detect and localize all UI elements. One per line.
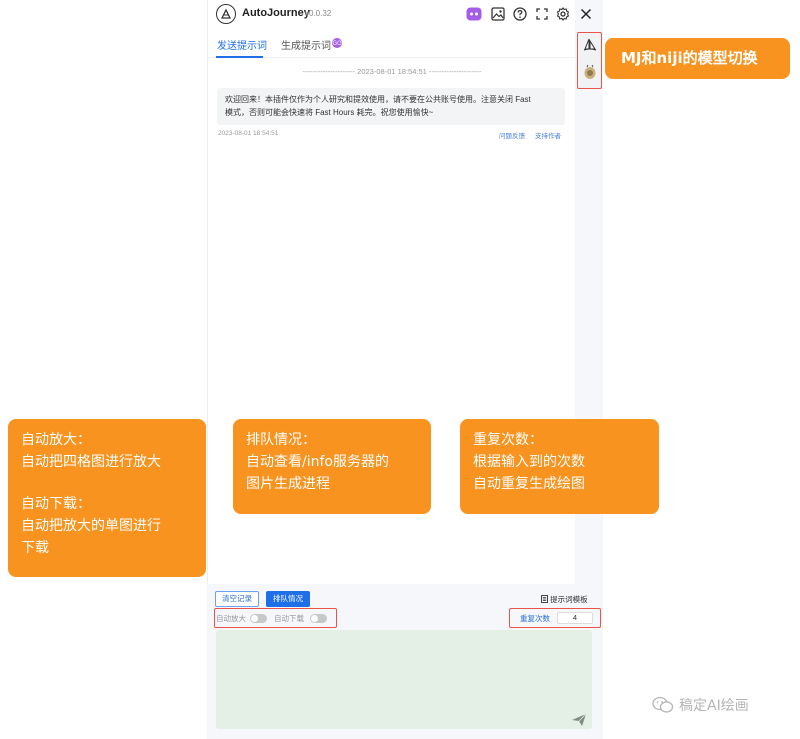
callout-repeat-line-2: 根据输入到的次数 bbox=[473, 454, 585, 470]
tab-badge: GO bbox=[332, 38, 342, 48]
discord-icon[interactable] bbox=[466, 6, 482, 22]
repeat-count-control: 重复次数 4 bbox=[509, 608, 601, 628]
auto-download-label: 自动下载 bbox=[274, 614, 304, 623]
callout-auto-line-4: 自动把放大的单图进行 bbox=[21, 518, 161, 534]
auto-upscale-label: 自动放大 bbox=[216, 614, 246, 623]
callout-queue-line-2: 自动查看/info服务器的 bbox=[246, 454, 389, 470]
prompt-input[interactable] bbox=[216, 630, 592, 729]
prompt-template-button[interactable]: 提示词模板 bbox=[541, 594, 588, 605]
app-name: AutoJourney bbox=[242, 7, 310, 19]
welcome-line-1: 欢迎回来！本插件仅作为个人研究和提效使用，请不要在公共账号使用。注意关闭 Fas… bbox=[225, 95, 531, 104]
callout-queue-status: 排队情况： 自动查看/info服务器的 图片生成进程 bbox=[233, 419, 431, 514]
tab-generate-prompt[interactable]: 生成提示词 bbox=[281, 37, 331, 52]
queue-status-button[interactable]: 排队情况 bbox=[266, 591, 310, 607]
model-switcher bbox=[577, 32, 602, 89]
page: AutoJourney v0.0.32 发送提示词 生成提示词 GO -----… bbox=[0, 0, 800, 739]
callout-auto-line-5: 下载 bbox=[21, 540, 49, 556]
time-separator: --------------------- 2023-08-01 18:54:5… bbox=[302, 67, 482, 76]
repeat-count-label: 重复次数 bbox=[520, 614, 550, 623]
callout-model-switch: MJ和niji的模型切换 bbox=[605, 38, 790, 79]
callout-queue-line-3: 图片生成进程 bbox=[246, 476, 330, 492]
header: AutoJourney v0.0.32 bbox=[208, 0, 603, 30]
input-area: 清空记录 排队情况 提示词模板 自动放大 自动下载 重复次数 4 bbox=[207, 584, 603, 739]
auto-toggles: 自动放大 自动下载 bbox=[214, 608, 337, 628]
app-version: v0.0.32 bbox=[305, 9, 332, 18]
niji-icon[interactable] bbox=[581, 63, 598, 80]
feedback-link[interactable]: 问题反馈 bbox=[499, 130, 525, 140]
tab-bar: 发送提示词 生成提示词 GO bbox=[208, 32, 576, 58]
app-logo-icon bbox=[216, 4, 236, 24]
repeat-count-input[interactable]: 4 bbox=[557, 612, 593, 624]
welcome-line-2: 模式，否则可能会快速将 Fast Hours 耗完。祝您使用愉快~ bbox=[225, 108, 434, 117]
callout-auto-features: 自动放大： 自动把四格图进行放大 自动下载： 自动把放大的单图进行 下载 bbox=[8, 419, 206, 577]
message-timestamp: 2023-08-01 18:54:51 bbox=[218, 130, 279, 137]
auto-upscale-switch[interactable] bbox=[250, 614, 267, 623]
watermark: 稿定AI绘画 bbox=[652, 693, 749, 717]
wechat-icon bbox=[652, 696, 674, 713]
callout-auto-line-1: 自动放大： bbox=[21, 432, 91, 448]
help-icon[interactable] bbox=[512, 6, 528, 22]
send-icon[interactable] bbox=[571, 713, 587, 727]
callout-repeat-count: 重复次数： 根据输入到的次数 自动重复生成绘图 bbox=[460, 419, 659, 514]
callout-repeat-line-1: 重复次数： bbox=[473, 432, 543, 448]
clear-history-button[interactable]: 清空记录 bbox=[215, 591, 259, 607]
prompt-template-label: 提示词模板 bbox=[550, 595, 588, 604]
callout-auto-line-3: 自动下载： bbox=[21, 496, 91, 512]
callout-repeat-line-3: 自动重复生成绘图 bbox=[473, 476, 585, 492]
midjourney-icon[interactable] bbox=[581, 36, 598, 53]
tab-active-indicator bbox=[216, 56, 263, 58]
support-link[interactable]: 支持作者 bbox=[535, 130, 561, 140]
tab-send-prompt[interactable]: 发送提示词 bbox=[217, 37, 267, 52]
fullscreen-icon[interactable] bbox=[534, 6, 550, 22]
close-icon[interactable] bbox=[578, 6, 594, 22]
image-icon[interactable] bbox=[490, 6, 506, 22]
welcome-message: 欢迎回来！本插件仅作为个人研究和提效使用，请不要在公共账号使用。注意关闭 Fas… bbox=[217, 88, 565, 125]
callout-auto-line-2: 自动把四格图进行放大 bbox=[21, 454, 161, 470]
settings-icon[interactable] bbox=[555, 6, 571, 22]
template-icon bbox=[541, 595, 548, 603]
auto-download-switch[interactable] bbox=[310, 614, 327, 623]
watermark-text: 稿定AI绘画 bbox=[679, 698, 749, 714]
callout-queue-line-1: 排队情况： bbox=[246, 432, 316, 448]
